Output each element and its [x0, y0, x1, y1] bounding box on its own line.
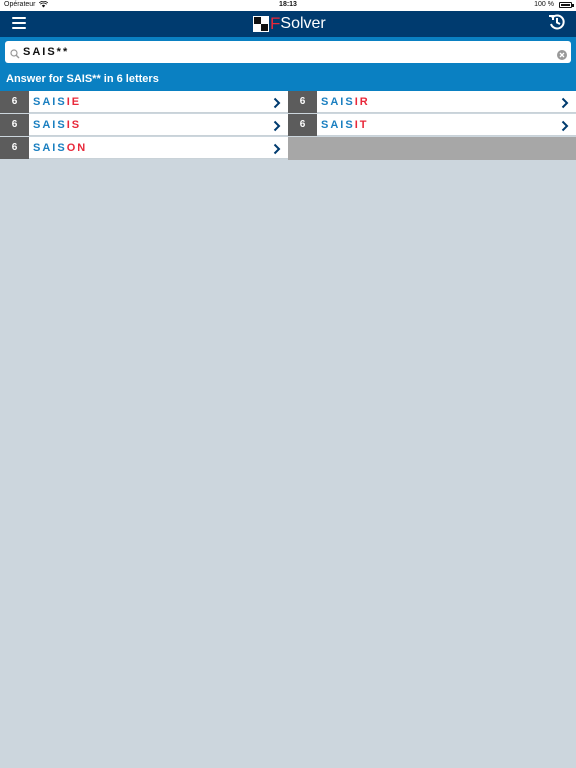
letter-count: 6: [288, 91, 317, 113]
chevron-right-icon: [561, 96, 569, 109]
result-row[interactable]: 6 SAISIT: [288, 114, 576, 136]
status-bar: Opérateur 18:13 100 %: [0, 0, 576, 11]
chevron-right-icon: [561, 119, 569, 132]
battery-percent: 100 %: [534, 1, 554, 8]
chevron-right-icon: [273, 119, 281, 132]
chevron-right-icon: [273, 96, 281, 109]
result-word: SAISIR: [321, 96, 370, 108]
result-word: SAISIT: [321, 119, 369, 131]
search-box: [5, 41, 571, 63]
empty-cell: [288, 137, 576, 160]
logo-text: Solver: [280, 15, 326, 32]
battery-icon: [559, 2, 572, 8]
result-row[interactable]: 6 SAISIS: [0, 114, 288, 136]
result-row[interactable]: 6 SAISIR: [288, 91, 576, 113]
search-input[interactable]: [23, 41, 543, 63]
nav-bar: F Solver: [0, 11, 576, 37]
hamburger-menu-icon[interactable]: [12, 15, 26, 29]
battery-tip: [572, 4, 574, 7]
letter-count: 6: [0, 137, 29, 159]
result-row[interactable]: 6 SAISIE: [0, 91, 288, 113]
clear-circle-icon[interactable]: [557, 47, 567, 60]
chevron-right-icon: [273, 142, 281, 155]
magnifier-icon: [10, 46, 20, 59]
clock: 18:13: [279, 1, 297, 8]
answer-header: Answer for SAIS** in 6 letters: [0, 67, 576, 91]
letter-count: 6: [0, 91, 29, 113]
result-word: SAISIE: [33, 96, 82, 108]
history-icon[interactable]: [548, 13, 566, 31]
logo-letter: F: [270, 14, 281, 33]
result-row[interactable]: 6 SAISON: [0, 137, 288, 159]
letter-count: 6: [288, 114, 317, 136]
app-logo: F Solver: [253, 14, 326, 34]
result-word: SAISIS: [33, 119, 82, 131]
search-bar: [0, 37, 576, 67]
letter-count: 6: [0, 114, 29, 136]
checkerboard-logo-icon: [253, 16, 269, 32]
result-word: SAISON: [33, 142, 88, 154]
